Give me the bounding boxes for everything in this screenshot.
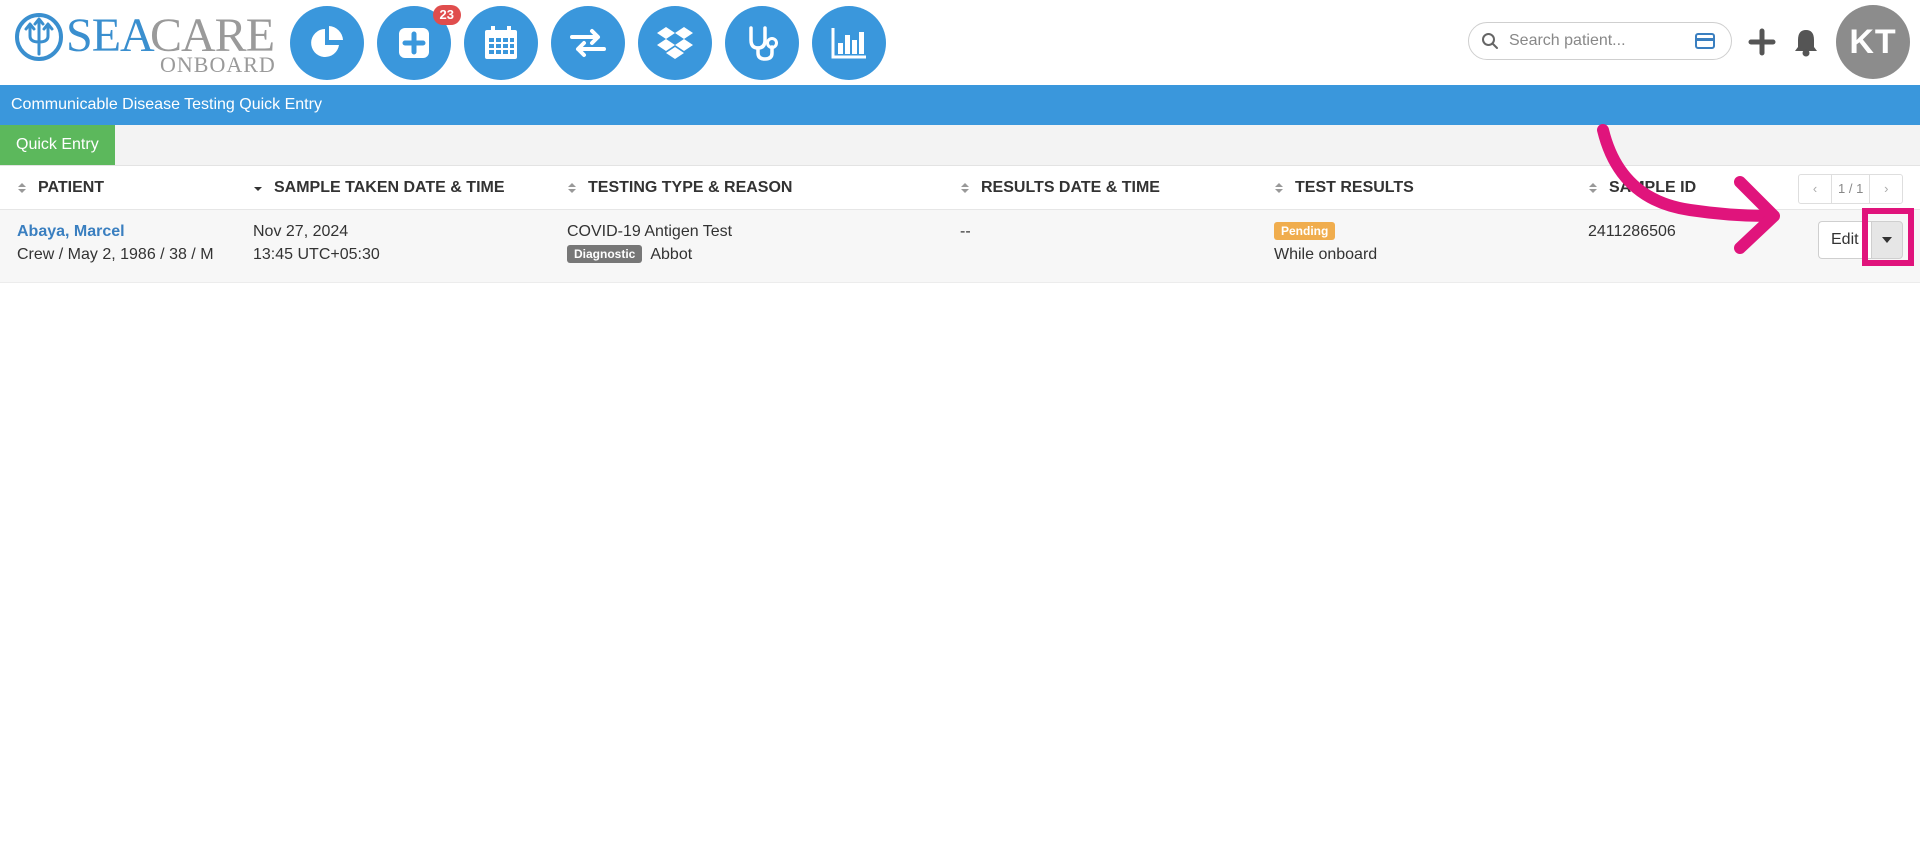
nav-reports-button[interactable] xyxy=(812,6,886,80)
top-navbar: SEA CARE ONBOARD 23 Search patient... KT xyxy=(0,0,1920,85)
notifications-bell-icon[interactable] xyxy=(1792,27,1820,57)
annotation-highlight-box xyxy=(1862,208,1914,266)
column-header-patient[interactable]: PATIENT xyxy=(16,166,104,210)
user-avatar[interactable]: KT xyxy=(1836,5,1910,79)
nav-clinic-button[interactable] xyxy=(725,6,799,80)
annotation-arrow xyxy=(1597,124,1780,254)
nav-dashboard-button[interactable] xyxy=(290,6,364,80)
column-header-sample-taken[interactable]: SAMPLE TAKEN DATE & TIME xyxy=(252,166,505,210)
pager-next-button[interactable]: › xyxy=(1870,175,1902,203)
bar-chart-icon xyxy=(831,28,866,59)
sample-date: Nov 27, 2024 xyxy=(253,223,349,240)
logo-text-onboard: ONBOARD xyxy=(160,52,276,77)
status-badge: Pending xyxy=(1274,222,1336,240)
testing-type-cell: COVID-19 Antigen Test Diagnostic Abbot xyxy=(567,220,732,266)
exchange-icon xyxy=(570,29,606,57)
nav-transfer-button[interactable] xyxy=(551,6,625,80)
pager-prev-button[interactable]: ‹ xyxy=(1799,175,1831,203)
column-header-results-date[interactable]: RESULTS DATE & TIME xyxy=(959,166,1160,210)
sort-both-icon xyxy=(16,181,28,195)
pager-page-indicator: 1 / 1 xyxy=(1831,175,1871,203)
search-icon xyxy=(1482,33,1498,49)
trident-emblem-icon xyxy=(15,13,63,61)
sort-desc-icon xyxy=(252,181,264,195)
pie-chart-icon xyxy=(311,26,343,57)
nav-medical-button[interactable]: 23 xyxy=(377,5,461,80)
nav-inventory-button[interactable] xyxy=(638,6,712,80)
reason-badge: Diagnostic xyxy=(567,245,643,263)
patient-search-box[interactable] xyxy=(1468,22,1732,60)
test-results-cell: Pending While onboard xyxy=(1274,220,1377,266)
logo-text-sea: SEA xyxy=(66,9,155,62)
patient-cell: Abaya, Marcel Crew / May 2, 1986 / 38 / … xyxy=(17,220,214,266)
notification-count-badge: 23 xyxy=(432,5,461,25)
test-type: COVID-19 Antigen Test xyxy=(567,223,733,240)
page-title: Communicable Disease Testing Quick Entry xyxy=(0,85,1920,125)
results-date-cell: -- xyxy=(960,223,971,240)
sort-both-icon xyxy=(566,181,578,195)
patient-search-input[interactable] xyxy=(1507,31,1695,51)
sample-taken-cell: Nov 27, 2024 13:45 UTC+05:30 xyxy=(253,220,380,266)
sample-time: 13:45 UTC+05:30 xyxy=(253,246,380,263)
tab-quick-entry[interactable]: Quick Entry xyxy=(0,125,115,165)
table-pager: ‹ 1 / 1 › xyxy=(1798,174,1904,204)
id-card-scan-icon[interactable] xyxy=(1695,33,1715,49)
calendar-icon xyxy=(485,26,517,59)
column-header-testing-type[interactable]: TESTING TYPE & REASON xyxy=(566,166,792,210)
patient-info: Crew / May 2, 1986 / 38 / M xyxy=(17,246,214,263)
dropbox-icon xyxy=(657,27,693,59)
sort-both-icon xyxy=(959,181,971,195)
nav-calendar-button[interactable] xyxy=(464,6,538,80)
medical-plus-icon xyxy=(399,28,429,58)
stethoscope-icon xyxy=(749,26,778,61)
patient-name-link[interactable]: Abaya, Marcel xyxy=(17,220,214,243)
sort-both-icon xyxy=(1273,181,1285,195)
column-header-test-results[interactable]: TEST RESULTS xyxy=(1273,166,1414,210)
seacare-logo[interactable]: SEA CARE ONBOARD xyxy=(14,9,276,76)
reason-detail: Abbot xyxy=(650,246,693,263)
result-detail: While onboard xyxy=(1274,246,1378,263)
add-icon[interactable] xyxy=(1748,28,1776,56)
